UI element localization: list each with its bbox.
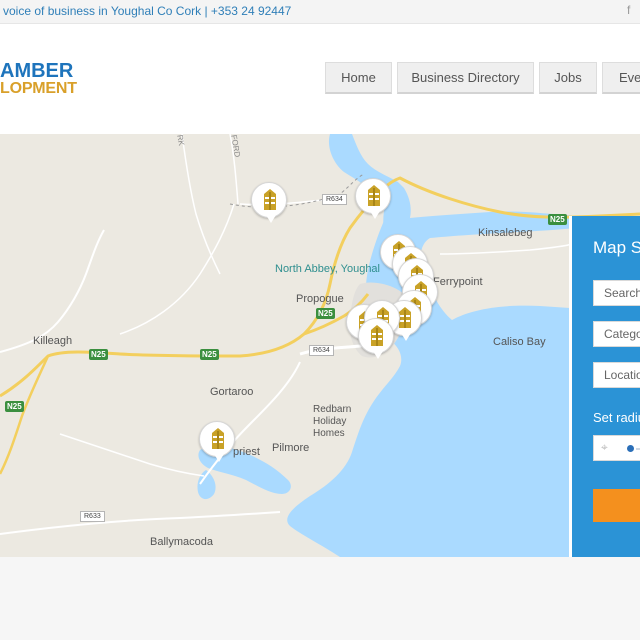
business-pin-icon — [368, 185, 380, 206]
category-select[interactable]: Catego — [593, 321, 640, 347]
nav-item-home[interactable]: Home — [325, 62, 392, 94]
place-label-redbarn: Redbarn Holiday Homes — [313, 404, 352, 439]
place-label-gortaroo: Gortaroo — [210, 386, 254, 398]
road-shield-n25-b: N25 — [200, 349, 219, 360]
place-label-ferrypoint: Ferrypoint — [433, 276, 483, 288]
place-label-ballymacoda: Ballymacoda — [150, 536, 213, 548]
nav-item-business-directory[interactable]: Business Directory — [397, 62, 534, 94]
logo-line-2: LOPMENT — [0, 80, 77, 97]
map-search-panel: Map S Search Catego Location Set radiu ⌖ — [569, 216, 640, 557]
road-minor-9 — [439, 243, 573, 255]
map-pin-marker[interactable] — [251, 182, 287, 223]
place-label-kinsalebeg: Kinsalebeg — [478, 227, 533, 239]
road-shield-r634-mid: R634 — [309, 345, 334, 356]
search-button[interactable] — [593, 489, 640, 522]
site-logo[interactable]: AMBER LOPMENT — [0, 60, 77, 98]
road-shield-n25-a: N25 — [316, 308, 335, 319]
facebook-icon[interactable]: f — [627, 3, 630, 17]
road-shield-n25-d: N25 — [5, 401, 24, 412]
place-label-north-abbey: North Abbey, Youghal — [275, 263, 380, 275]
place-label-caliso-bay: Caliso Bay — [493, 336, 546, 348]
business-pin-icon — [371, 325, 383, 346]
panel-title: Map S — [593, 238, 640, 257]
map-pin-marker[interactable] — [355, 178, 391, 219]
search-input[interactable]: Search — [593, 280, 640, 306]
place-label-priest: priest — [233, 446, 260, 458]
nav-item-events[interactable]: Eve — [602, 62, 640, 94]
radius-label: Set radiu — [593, 410, 640, 425]
logo-line-1: AMBER — [0, 60, 74, 82]
map-canvas[interactable]: North Abbey, Youghal Ferrypoint Kinsaleb… — [0, 134, 640, 557]
road-minor-8 — [59, 433, 205, 477]
page-footer-area — [0, 557, 640, 640]
place-label-killeagh: Killeagh — [33, 335, 73, 347]
road-minor-6 — [181, 134, 221, 275]
crosshair-icon[interactable]: ⌖ — [601, 440, 608, 455]
place-label-pilmore: Pilmore — [272, 442, 310, 454]
slider-handle[interactable] — [627, 445, 634, 452]
tagline-text: voice of business in Youghal Co Cork | +… — [3, 4, 292, 18]
road-minor-4 — [0, 511, 281, 535]
top-bar: voice of business in Youghal Co Cork | +… — [0, 0, 640, 24]
site-header: AMBER LOPMENT Home Business Directory Jo… — [0, 24, 640, 134]
map-pin-marker[interactable] — [199, 421, 235, 462]
road-minor-1 — [0, 229, 105, 353]
business-pin-icon — [264, 189, 276, 210]
road-shield-n25-c: N25 — [89, 349, 108, 360]
nav-item-jobs[interactable]: Jobs — [539, 62, 597, 94]
road-shield-r634-top: R634 — [322, 194, 347, 205]
map-pin-marker[interactable] — [358, 318, 394, 359]
road-minor-2 — [0, 355, 50, 475]
slider-track[interactable] — [636, 448, 640, 450]
radius-slider[interactable]: ⌖ — [593, 435, 640, 461]
road-shield-n25-e: N25 — [548, 214, 567, 225]
location-input[interactable]: Location — [593, 362, 640, 388]
place-label-propogue: Propogue — [296, 293, 344, 305]
road-label-rk: RK — [175, 134, 186, 147]
road-shield-r633: R633 — [80, 511, 105, 522]
business-pin-icon — [212, 428, 224, 449]
